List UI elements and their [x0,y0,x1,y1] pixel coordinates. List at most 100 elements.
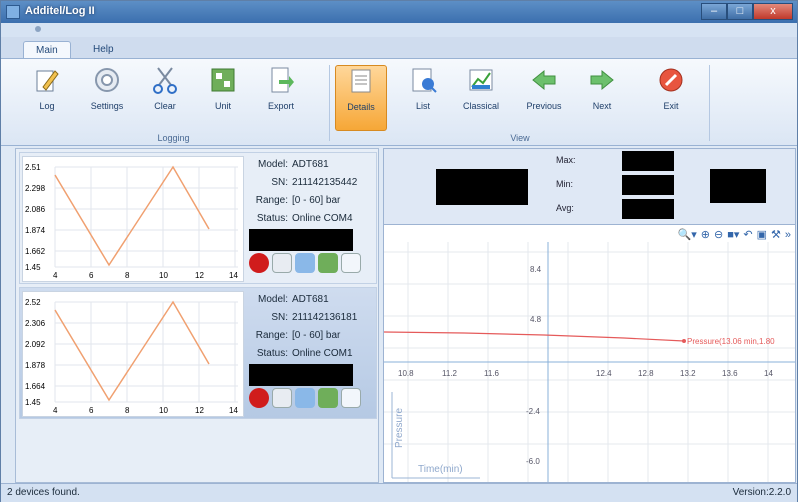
status-bar: 2 devices found. Version:2.2.0 [1,483,797,502]
more-icon[interactable]: » [785,229,791,241]
x-tick: 10 [159,271,168,280]
minimize-button[interactable]: – [701,3,727,20]
main-series-point [682,339,686,343]
device-card-1[interactable]: 2.51 2.298 2.086 1.874 1.662 1.45 4 6 8 … [19,152,377,284]
x-tick: 8 [125,271,130,280]
close-button[interactable]: x [753,3,793,20]
stats-bar: Max: Min: Avg: [384,149,795,225]
y-tick: 2.086 [25,205,46,214]
settings-button[interactable]: Settings [81,65,133,131]
chart-icon [469,69,493,91]
tab-main[interactable]: Main [23,41,71,59]
range-value: [0 - 60] bar [292,195,341,206]
sn-value: 211142136181 [292,312,358,323]
export-icon[interactable] [341,253,361,273]
log-button[interactable]: Log [21,65,73,131]
unit-icon[interactable] [318,253,338,273]
quick-access-dropdown-icon[interactable] [35,26,41,32]
export-icon[interactable] [341,388,361,408]
x-tick: 6 [89,271,94,280]
y-tick: -2.4 [526,407,540,416]
status-value: Online COM1 [292,348,353,359]
zoom-in-icon[interactable]: ⊕ [701,228,710,241]
unit-icon[interactable] [318,388,338,408]
clear-button[interactable]: Clear [139,65,191,131]
device-1-chart: 2.51 2.298 2.086 1.874 1.662 1.45 4 6 8 … [25,163,238,280]
device-2-series-line [54,300,210,402]
sn-label: SN: [271,312,288,323]
y-tick: 2.306 [25,319,46,328]
x-tick: 12.4 [596,369,612,378]
record-icon[interactable] [249,253,269,273]
device-2-chart: 2.52 2.306 2.092 1.878 1.664 1.45 4 6 8 … [25,298,238,415]
color-dropdown-icon[interactable]: ■▾ [727,228,739,241]
x-tick: 14 [229,406,238,415]
series-annotation: Pressure(13.06 min,1.80 [687,337,775,346]
group-label-logging: Logging [157,133,190,143]
scissors-icon[interactable] [295,388,315,408]
y-tick: 2.51 [25,163,41,172]
tools-icon[interactable]: ⚒ [771,228,781,241]
list-icon [412,68,437,93]
device-card-2[interactable]: 2.52 2.306 2.092 1.878 1.664 1.45 4 6 8 … [19,287,377,419]
window-title: Additel/Log II [25,5,95,17]
gear-icon[interactable] [272,388,292,408]
zoom-out-icon[interactable]: ⊖ [714,228,723,241]
list-button[interactable]: List [397,65,449,131]
unit-button[interactable]: Unit [197,65,249,131]
maximize-button[interactable]: □ [727,3,753,20]
next-button[interactable]: Next [576,65,628,131]
x-tick: 13.6 [722,369,738,378]
redacted-reading [249,364,353,386]
x-tick: 6 [89,406,94,415]
range-label: Range: [255,330,288,341]
model-value: ADT681 [292,159,329,170]
title-bar: Additel/Log II – □ x [1,1,797,23]
device-1-plot: 2.51 2.298 2.086 1.874 1.662 1.45 4 6 8 … [22,156,244,282]
device-2-plot: 2.52 2.306 2.092 1.878 1.664 1.45 4 6 8 … [22,291,244,417]
gear-icon[interactable] [272,253,292,273]
x-tick: 14 [229,271,238,280]
y-tick: 8.4 [530,265,542,274]
x-tick: 12.8 [638,369,654,378]
y-tick: -6.0 [526,457,540,466]
min-label: Min: [556,179,574,189]
classical-button[interactable]: Classical [455,65,507,131]
sn-value: 211142135442 [292,177,358,188]
x-tick: 13.2 [680,369,696,378]
previous-button[interactable]: Previous [518,65,570,131]
undo-icon[interactable]: ↶ [743,228,752,241]
record-icon[interactable] [249,388,269,408]
exit-icon [659,68,683,92]
export-icon [271,67,294,93]
redacted-max [622,151,674,171]
redacted-avg [622,199,674,219]
x-tick: 14 [764,369,773,378]
group-separator [709,65,710,141]
details-button[interactable]: Details [335,65,387,131]
x-tick: 4 [53,406,58,415]
y-tick: 1.874 [25,226,46,235]
tab-help[interactable]: Help [81,41,126,59]
status-label: Status: [256,348,288,359]
y-tick: 2.52 [25,298,41,307]
model-label: Model: [257,294,288,305]
x-tick: 11.6 [484,369,500,378]
y-tick: 2.298 [25,184,46,193]
group-label-view: View [510,133,530,143]
quick-access-toolbar [1,23,797,37]
zoom-dropdown-icon[interactable]: 🔍▾ [678,228,697,241]
scissors-icon[interactable] [295,253,315,273]
details-icon [351,69,371,93]
redacted-unit [710,169,766,203]
device-1-actions [249,253,361,273]
redacted-min [622,175,674,195]
exit-button[interactable]: Exit [645,65,697,131]
save-icon[interactable]: ▣ [757,228,767,241]
device-list: 2.51 2.298 2.086 1.874 1.662 1.45 4 6 8 … [15,148,379,483]
y-tick: 1.45 [25,263,41,272]
version-label: Version:2.2.0 [732,487,791,498]
export-button[interactable]: Export [255,65,307,131]
x-tick: 12 [195,406,204,415]
x-tick: 10 [159,406,168,415]
